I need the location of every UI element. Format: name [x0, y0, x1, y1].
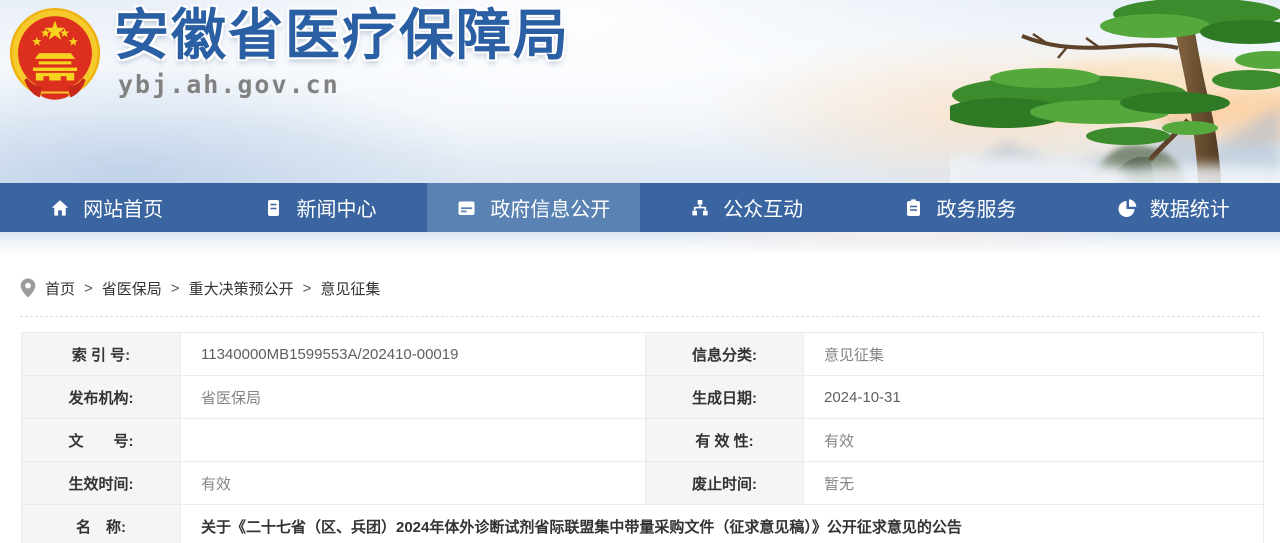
nav-item-label: 政务服务 — [936, 193, 1016, 222]
issuing-agency-value: 省医保局 — [181, 376, 646, 419]
national-emblem-icon[interactable] — [7, 5, 103, 109]
nav-item-label: 网站首页 — [83, 193, 163, 222]
document-name-value: 关于《二十七省（区、兵团）2024年体外诊断试剂省际联盟集中带量采购文件（征求意… — [181, 505, 1264, 543]
index-number-label: 索 引 号: — [22, 333, 181, 376]
breadcrumb-separator: > — [84, 280, 93, 297]
effective-time-label: 生效时间: — [22, 462, 181, 505]
interaction-icon — [690, 198, 710, 218]
site-banner: 安徽省医疗保障局 ybj.ah.gov.cn — [0, 0, 1280, 183]
location-pin-icon — [20, 278, 36, 298]
breadcrumb-bureau[interactable]: 省医保局 — [102, 278, 162, 299]
issuing-agency-label: 发布机构: — [22, 376, 181, 419]
validity-value: 有效 — [804, 419, 1264, 462]
nav-item-news[interactable]: 新闻中心 — [213, 183, 426, 232]
site-identity[interactable]: 安徽省医疗保障局 ybj.ah.gov.cn — [114, 4, 570, 99]
table-row: 名 称: 关于《二十七省（区、兵团）2024年体外诊断试剂省际联盟集中带量采购文… — [22, 505, 1264, 543]
index-number-value: 11340000MB1599553A/202410-00019 — [181, 333, 646, 376]
breadcrumb-home[interactable]: 首页 — [45, 278, 75, 299]
nav-item-statistics[interactable]: 数据统计 — [1067, 183, 1280, 232]
table-row: 索 引 号: 11340000MB1599553A/202410-00019 信… — [22, 333, 1264, 376]
repeal-time-label: 废止时间: — [646, 462, 804, 505]
nav-item-label: 新闻中心 — [296, 193, 376, 222]
nav-item-service[interactable]: 政务服务 — [853, 183, 1066, 232]
breadcrumb-major-decisions[interactable]: 重大决策预公开 — [189, 278, 294, 299]
nav-item-label: 公众互动 — [723, 193, 803, 222]
site-title: 安徽省医疗保障局 — [114, 4, 570, 67]
validity-label: 有 效 性: — [646, 419, 804, 462]
page: 安徽省医疗保障局 ybj.ah.gov.cn — [0, 0, 1280, 543]
breadcrumb-separator: > — [171, 280, 180, 297]
news-icon — [263, 198, 283, 218]
info-category-value: 意见征集 — [804, 333, 1264, 376]
document-name-label: 名 称: — [22, 505, 181, 543]
pie-chart-icon — [1117, 198, 1137, 218]
breadcrumb: 首页 > 省医保局 > 重大决策预公开 > 意见征集 — [0, 254, 1280, 299]
breadcrumb-opinion-solicitation[interactable]: 意见征集 — [320, 278, 380, 299]
nav-item-gov-info[interactable]: 政府信息公开 — [427, 183, 640, 232]
nav-item-label: 数据统计 — [1150, 193, 1230, 222]
document-info-table: 索 引 号: 11340000MB1599553A/202410-00019 信… — [21, 332, 1264, 543]
gov-info-icon — [456, 198, 477, 218]
site-url: ybj.ah.gov.cn — [118, 70, 570, 99]
table-row: 发布机构: 省医保局 生成日期: 2024-10-31 — [22, 376, 1264, 419]
nav-item-label: 政府信息公开 — [490, 193, 610, 222]
info-category-label: 信息分类: — [646, 333, 804, 376]
effective-time-value: 有效 — [181, 462, 646, 505]
document-number-label: 文 号: — [22, 419, 181, 462]
dashed-divider — [20, 316, 1260, 317]
document-number-value — [181, 419, 646, 462]
creation-date-label: 生成日期: — [646, 376, 804, 419]
repeal-time-value: 暂无 — [804, 462, 1264, 505]
table-row: 文 号: 有 效 性: 有效 — [22, 419, 1264, 462]
service-icon — [903, 198, 923, 218]
breadcrumb-separator: > — [303, 280, 312, 297]
main-nav: 网站首页 新闻中心 政府信息公开 公众互动 — [0, 183, 1280, 232]
creation-date-value: 2024-10-31 — [804, 376, 1264, 419]
pine-tree-illustration — [950, 0, 1280, 183]
table-row: 生效时间: 有效 废止时间: 暂无 — [22, 462, 1264, 505]
nav-item-interaction[interactable]: 公众互动 — [640, 183, 853, 232]
nav-item-home[interactable]: 网站首页 — [0, 183, 213, 232]
home-icon — [50, 198, 70, 218]
banner-fade-strip — [0, 232, 1280, 254]
